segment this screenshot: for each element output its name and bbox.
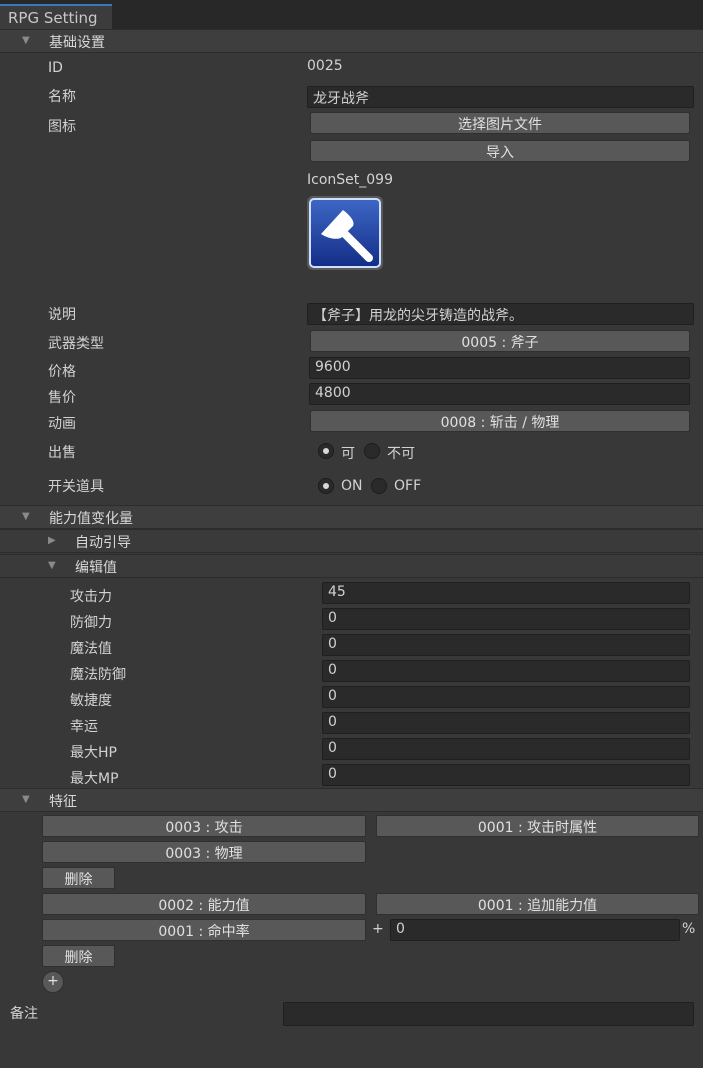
switch-off-radio[interactable] <box>371 478 387 494</box>
price-input[interactable]: 9600 <box>309 357 690 379</box>
trait2-category-select[interactable]: 0002 : 能力值 <box>42 893 366 915</box>
trait1-category-select[interactable]: 0003 : 攻击 <box>42 815 366 837</box>
switch-off-label: OFF <box>394 478 422 494</box>
param-input-max-mp[interactable]: 0 <box>322 764 690 786</box>
section-traits[interactable]: ▼ 特征 <box>0 788 703 812</box>
subsection-auto-guide[interactable]: ▶ 自动引导 <box>0 529 703 553</box>
param-input-defense[interactable]: 0 <box>322 608 690 630</box>
trait2-plus-sign: + <box>372 921 384 937</box>
id-value: 0025 <box>307 58 343 74</box>
switch-on-label: ON <box>341 478 363 494</box>
sell-no-radio[interactable] <box>364 443 380 459</box>
trait1-type-select[interactable]: 0001 : 攻击时属性 <box>376 815 699 837</box>
switch-on-radio[interactable] <box>318 478 334 494</box>
param-label-magic-defense: 魔法防御 <box>70 667 126 683</box>
collapse-triangle-icon[interactable]: ▼ <box>48 560 56 571</box>
param-input-max-hp[interactable]: 0 <box>322 738 690 760</box>
param-label-max-hp: 最大HP <box>70 745 117 761</box>
section-parameter-changes[interactable]: ▼ 能力值变化量 <box>0 505 703 529</box>
subsection-edit-values[interactable]: ▼ 编辑值 <box>0 554 703 578</box>
sell-no-label: 不可 <box>387 446 415 462</box>
trait2-amount-input[interactable]: 0 <box>390 919 680 941</box>
param-input-agility[interactable]: 0 <box>322 686 690 708</box>
add-trait-button[interactable]: + <box>42 971 64 993</box>
param-label-max-mp: 最大MP <box>70 771 119 787</box>
collapse-triangle-icon[interactable]: ▼ <box>22 35 30 46</box>
param-label-defense: 防御力 <box>70 615 112 631</box>
subsection-title: 编辑值 <box>75 560 117 576</box>
note-input[interactable] <box>283 1002 694 1026</box>
param-label-agility: 敏捷度 <box>70 693 112 709</box>
icon-name: IconSet_099 <box>307 172 393 188</box>
import-button[interactable]: 导入 <box>310 140 690 162</box>
trait1-delete-button[interactable]: 删除 <box>42 867 115 889</box>
switch-item-label: 开关道具 <box>48 479 104 495</box>
subsection-title: 自动引导 <box>75 535 131 551</box>
param-input-magic-defense[interactable]: 0 <box>322 660 690 682</box>
price-label: 价格 <box>48 364 76 380</box>
select-image-button[interactable]: 选择图片文件 <box>310 112 690 134</box>
section-title: 特征 <box>49 794 77 810</box>
expand-triangle-icon[interactable]: ▶ <box>48 535 56 546</box>
sell-yes-label: 可 <box>341 446 355 462</box>
section-title: 基础设置 <box>49 35 105 51</box>
tab-rpg-setting[interactable]: RPG Setting <box>0 4 112 30</box>
name-label: 名称 <box>48 89 76 105</box>
sell-price-label: 售价 <box>48 390 76 406</box>
trait2-param-select[interactable]: 0001 : 命中率 <box>42 919 366 941</box>
sell-label: 出售 <box>48 445 76 461</box>
collapse-triangle-icon[interactable]: ▼ <box>22 511 30 522</box>
weapon-type-select[interactable]: 0005 : 斧子 <box>310 330 690 352</box>
param-label-magic: 魔法值 <box>70 641 112 657</box>
weapon-type-label: 武器类型 <box>48 336 104 352</box>
icon-label: 图标 <box>48 119 76 135</box>
note-label: 备注 <box>10 1006 38 1022</box>
param-label-attack: 攻击力 <box>70 589 112 605</box>
param-input-attack[interactable]: 45 <box>322 582 690 604</box>
section-title: 能力值变化量 <box>49 511 133 527</box>
description-label: 说明 <box>48 307 76 323</box>
sell-price-input[interactable]: 4800 <box>309 383 690 405</box>
trait1-value-select[interactable]: 0003 : 物理 <box>42 841 366 863</box>
trait2-percent-unit: % <box>682 921 696 937</box>
trait2-type-select[interactable]: 0001 : 追加能力值 <box>376 893 699 915</box>
param-label-luck: 幸运 <box>70 719 98 735</box>
description-input[interactable]: 【斧子】用龙的尖牙铸造的战斧。 <box>307 303 694 325</box>
animation-select[interactable]: 0008 : 斩击 / 物理 <box>310 410 690 432</box>
trait2-delete-button[interactable]: 删除 <box>42 945 115 967</box>
sell-yes-radio[interactable] <box>318 443 334 459</box>
collapse-triangle-icon[interactable]: ▼ <box>22 794 30 805</box>
id-label: ID <box>48 60 63 76</box>
param-input-luck[interactable]: 0 <box>322 712 690 734</box>
axe-icon <box>309 198 381 268</box>
section-basic-settings[interactable]: ▼ 基础设置 <box>0 29 703 53</box>
param-input-magic[interactable]: 0 <box>322 634 690 656</box>
weapon-icon-preview[interactable] <box>307 196 383 270</box>
name-input[interactable]: 龙牙战斧 <box>307 86 694 108</box>
animation-label: 动画 <box>48 416 76 432</box>
